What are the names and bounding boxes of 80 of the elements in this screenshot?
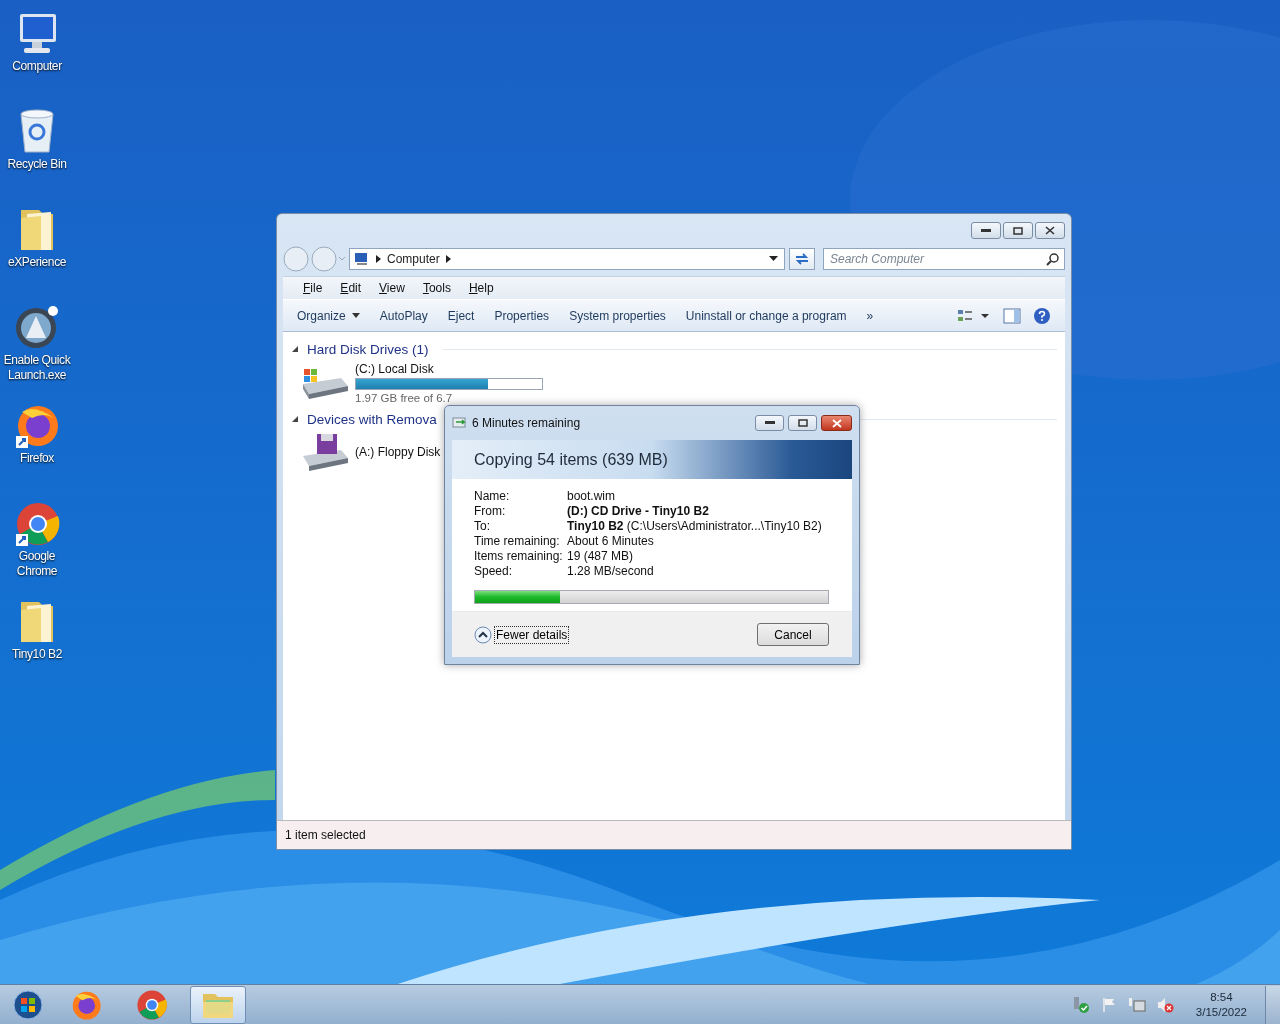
detail-label: Name: (474, 489, 511, 504)
desktop-icon-label[interactable]: Computer (0, 59, 74, 74)
close-button[interactable] (821, 415, 852, 431)
detail-label: From: (474, 504, 507, 519)
recycle-bin-icon[interactable] (17, 108, 57, 154)
menu-item[interactable]: Edit (332, 281, 370, 295)
windows-logo-icon (13, 989, 43, 1020)
drive-name[interactable]: (A:) Floppy Disk (355, 445, 441, 459)
dropdown-icon[interactable] (769, 256, 778, 262)
search-icon (1046, 253, 1059, 266)
app-icon[interactable] (14, 304, 60, 350)
chrome-icon[interactable] (14, 500, 60, 546)
network-icon[interactable] (1127, 995, 1146, 1014)
toolbar-button[interactable]: System properties (565, 304, 670, 327)
minimize-button[interactable] (755, 415, 784, 431)
refresh-icon (794, 252, 810, 266)
refresh-button[interactable] (789, 248, 815, 270)
detail-value: boot.wim (567, 489, 617, 504)
detail-value: 19 (487 MB) (567, 549, 635, 564)
maximize-button[interactable] (1003, 222, 1033, 239)
detail-label: Speed: (474, 564, 514, 579)
menu-item[interactable]: Tools (414, 281, 459, 295)
action-center-icon[interactable] (1071, 995, 1092, 1014)
fewer-details-button[interactable]: Fewer details (494, 625, 570, 644)
toolbar-button[interactable]: Uninstall or change a program (681, 304, 851, 327)
close-icon (831, 418, 842, 428)
detail-label: To: (474, 519, 491, 534)
status-text: 1 item selected (285, 828, 366, 842)
maximize-button[interactable] (788, 415, 817, 431)
cancel-button[interactable]: Cancel (757, 623, 829, 646)
clock[interactable]: 8:54 3/15/2022 (1195, 989, 1247, 1020)
group-heading[interactable]: Hard Disk Drives (1) (307, 341, 429, 357)
help-icon[interactable] (1033, 306, 1051, 325)
chevron-icon (376, 255, 381, 263)
search-field[interactable]: Search Computer (823, 248, 1065, 270)
more-button[interactable]: » (862, 304, 878, 327)
detail-label: Time remaining: (474, 534, 561, 549)
toolbar-button[interactable]: Properties (490, 304, 554, 327)
view-options-icon[interactable] (957, 307, 991, 324)
drive-name[interactable]: (C:) Local Disk (355, 362, 543, 376)
computer-icon (354, 252, 370, 266)
chevron-icon (445, 255, 451, 263)
floppy-drive-icon[interactable] (301, 432, 349, 472)
menu-item[interactable]: Help (460, 281, 502, 295)
toolbar-button[interactable]: Organize (293, 304, 364, 327)
maximize-icon (1013, 226, 1023, 235)
detail-value: About 6 Minutes (567, 534, 655, 549)
detail-value: Tiny10 B2 (C:\Users\Administrator...\Tiny10 B2) (567, 519, 823, 534)
address-bar[interactable]: Computer (349, 248, 785, 270)
detail-value: (D:) CD Drive - Tiny10 B2 (567, 504, 710, 519)
dialog-heading: Copying 54 items (639 MB) (474, 450, 668, 469)
minimize-icon (981, 228, 991, 233)
maximize-icon (797, 419, 808, 427)
collapse-icon[interactable] (291, 345, 299, 353)
free-space-text: 1.97 GB free of 6.7 (355, 392, 454, 404)
toolbar-button[interactable]: AutoPlay (375, 304, 432, 327)
desktop-icon-label[interactable]: Tiny10 B2 (0, 647, 74, 662)
menu-item[interactable]: File (295, 281, 331, 295)
menu-item[interactable]: View (371, 281, 413, 295)
collapse-icon[interactable] (291, 415, 299, 423)
toolbar-button[interactable]: Eject (443, 304, 479, 327)
close-icon (1045, 226, 1055, 235)
group-heading[interactable]: Devices with Remova (307, 411, 437, 427)
desktop-icon-label[interactable]: Recycle Bin (0, 157, 74, 172)
chrome-icon (136, 988, 168, 1021)
dropdown-icon (351, 313, 360, 318)
hard-drive-icon[interactable] (301, 366, 349, 400)
taskbar-button[interactable] (190, 985, 246, 1024)
detail-label: Items remaining: (474, 549, 564, 564)
desktop-icon-label[interactable]: eXPerience (0, 255, 74, 270)
desktop-icon-label[interactable]: Google Chrome (0, 549, 74, 579)
close-button[interactable] (1035, 222, 1065, 239)
desktop-icon-label[interactable]: Firefox (0, 451, 74, 466)
collapse-details-icon[interactable] (474, 625, 492, 644)
minimize-button[interactable] (971, 222, 1001, 239)
breadcrumb[interactable]: Computer (387, 252, 440, 266)
copy-icon (452, 416, 468, 430)
desktop-icon-label[interactable]: Enable Quick Launch.exe (0, 353, 74, 383)
dialog-title: 6 Minutes remaining (472, 416, 581, 430)
detail-value: 1.28 MB/second (567, 564, 655, 579)
